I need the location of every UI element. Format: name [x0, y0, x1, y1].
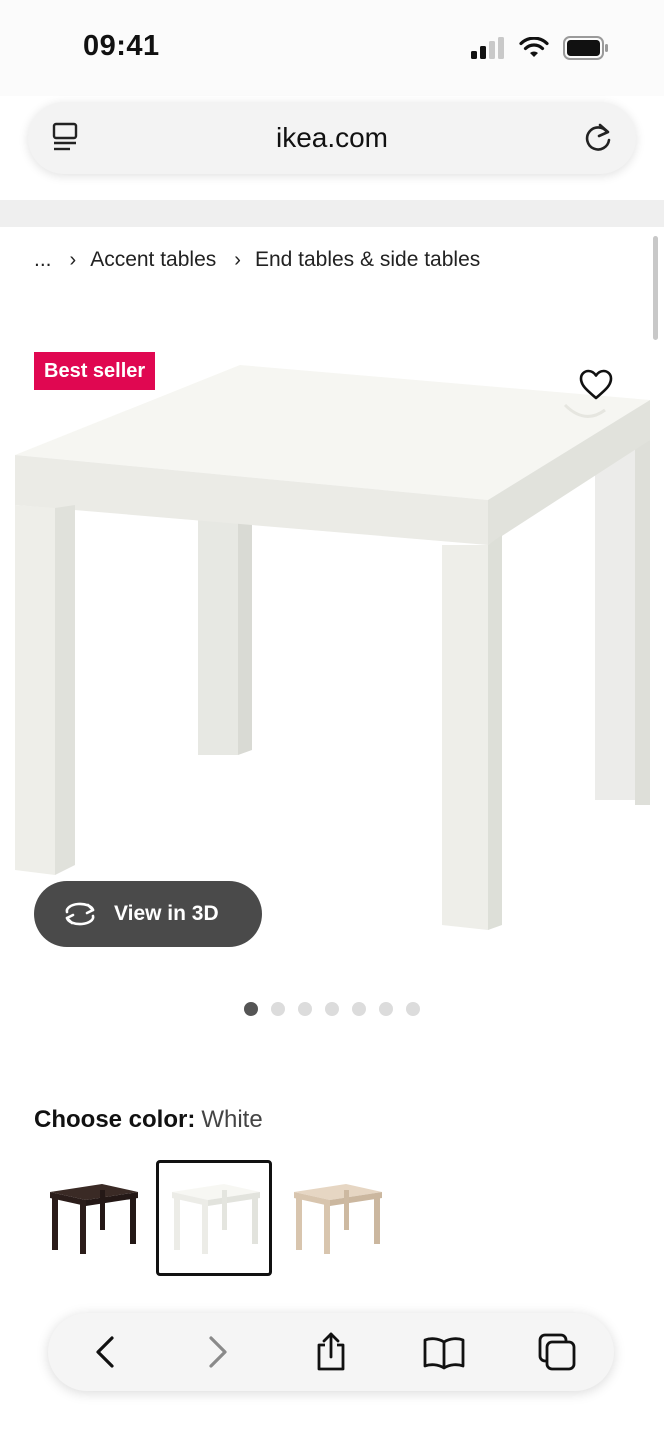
breadcrumb: ... › Accent tables › End tables & side … [34, 248, 480, 272]
swatch-white-stained-oak[interactable] [278, 1160, 394, 1276]
rotate-3d-icon [62, 901, 98, 927]
view-in-3d-button[interactable]: View in 3D [34, 881, 262, 947]
tabs-icon[interactable] [527, 1322, 587, 1382]
chevron-right-icon: › [234, 248, 241, 271]
page-header-strip [0, 200, 664, 227]
carousel-dot[interactable] [352, 1002, 366, 1016]
choose-color-value: White [201, 1106, 263, 1133]
scrollbar[interactable] [653, 236, 658, 340]
back-icon[interactable] [75, 1322, 135, 1382]
carousel-dot[interactable] [325, 1002, 339, 1016]
carousel-dot[interactable] [406, 1002, 420, 1016]
breadcrumb-end-tables[interactable]: End tables & side tables [255, 248, 480, 272]
reload-icon[interactable] [582, 121, 614, 160]
image-carousel-dots [0, 1002, 664, 1016]
status-time: 09:41 [83, 30, 160, 62]
url-text[interactable]: ikea.com [276, 122, 388, 154]
carousel-dot[interactable] [244, 1002, 258, 1016]
heart-icon[interactable] [578, 367, 614, 403]
cellular-signal-icon [471, 37, 504, 59]
best-seller-badge: Best seller [34, 352, 156, 390]
forward-icon[interactable] [188, 1322, 248, 1382]
view-in-3d-label: View in 3D [114, 902, 219, 925]
chevron-right-icon: › [69, 248, 77, 271]
carousel-dot[interactable] [271, 1002, 285, 1016]
reader-icon[interactable] [52, 122, 82, 159]
color-swatches [34, 1160, 394, 1276]
home-indicator-area [0, 1405, 664, 1440]
carousel-dot[interactable] [379, 1002, 393, 1016]
carousel-dot[interactable] [298, 1002, 312, 1016]
breadcrumb-ellipsis[interactable]: ... [34, 248, 52, 272]
choose-color-heading: Choose color: White [34, 1106, 263, 1134]
breadcrumb-accent-tables[interactable]: Accent tables [90, 248, 216, 272]
status-bar: 09:41 [0, 0, 664, 96]
product-image[interactable] [0, 360, 664, 940]
address-bar[interactable]: ikea.com [28, 102, 636, 174]
browser-toolbar [48, 1313, 614, 1391]
battery-icon [563, 36, 608, 60]
share-icon[interactable] [301, 1322, 361, 1382]
choose-color-label: Choose color: [34, 1106, 196, 1133]
swatch-white[interactable] [156, 1160, 272, 1276]
wifi-icon [519, 37, 549, 57]
bookmarks-icon[interactable] [414, 1322, 474, 1382]
status-icons [471, 36, 609, 60]
swatch-black-brown[interactable] [34, 1160, 150, 1276]
